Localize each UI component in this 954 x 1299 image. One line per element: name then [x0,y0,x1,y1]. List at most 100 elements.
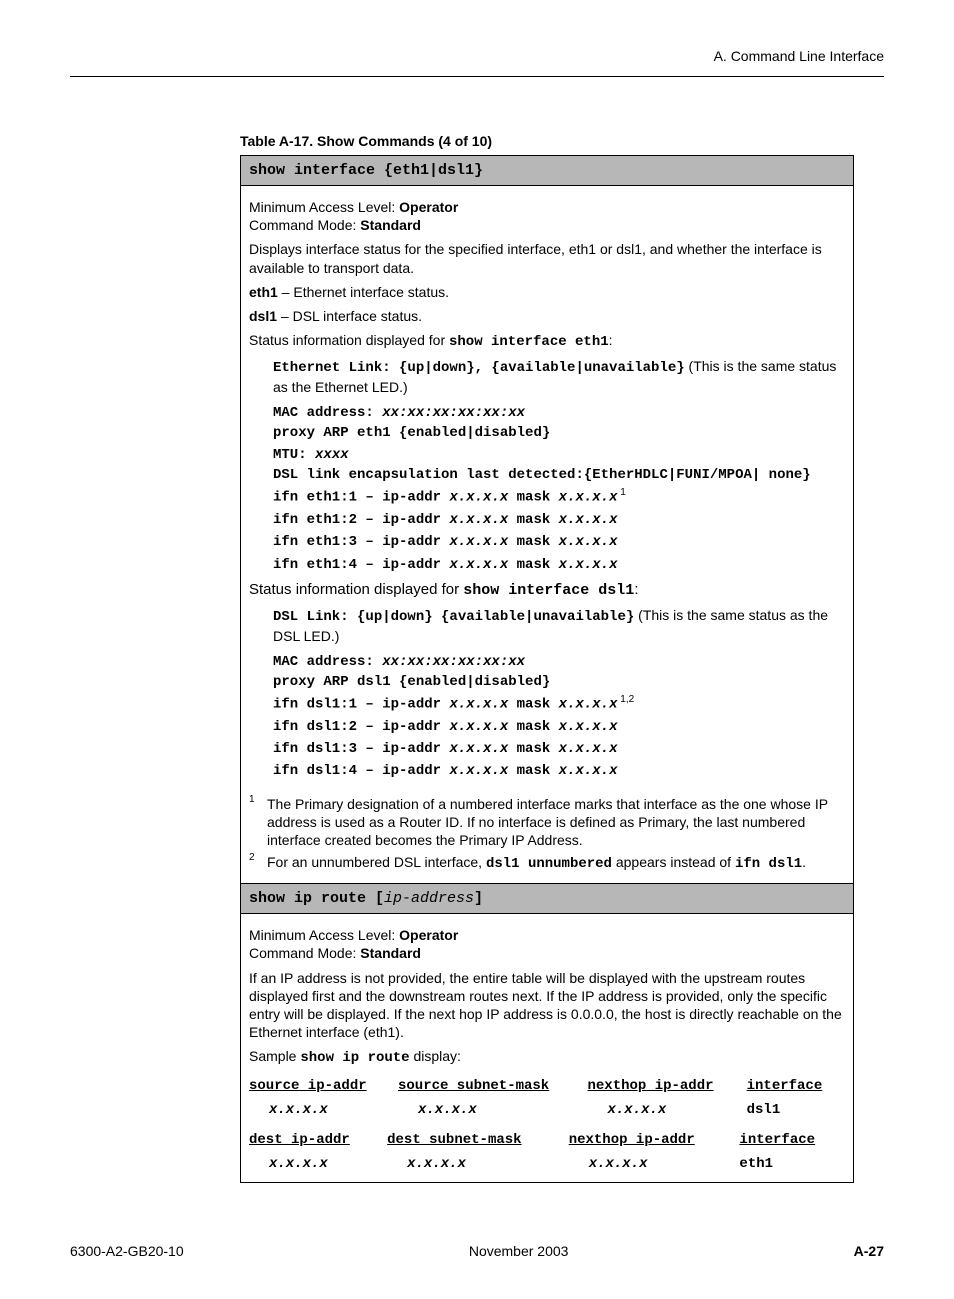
t: x.x.x.x [449,719,508,735]
t: x.x.x.x [559,763,618,779]
page-footer: 6300-A2-GB20-10 November 2003 A-27 [70,1243,884,1259]
t: x.x.x.x [449,490,508,506]
footnote-ref-1: 1 [617,487,625,498]
t: . [802,854,806,870]
t: x.x.x.x [398,1098,588,1122]
eth1-status-block: Ethernet Link: {up|down}, {available|una… [273,357,845,574]
col-dest-mask: dest subnet-mask [387,1128,569,1152]
col-source-ip: source ip-addr [249,1074,398,1098]
status-eth1-post: : [609,332,613,348]
col-interface: interface [747,1074,845,1098]
t: mask [508,697,558,713]
cmd-mode-label: Command Mode: [249,217,360,233]
t: x.x.x.x [559,512,618,528]
t: dsl1 [747,1098,845,1122]
cmd-mode-label: Command Mode: [249,945,360,961]
footnote-2-num: 2 [249,851,267,871]
table-caption: Table A-17. Show Commands (4 of 10) [240,133,854,149]
main-content: Table A-17. Show Commands (4 of 10) show… [240,133,854,1183]
t: ifn eth1:2 – ip-addr [273,512,449,528]
t: x.x.x.x [559,719,618,735]
t: mask [508,763,558,779]
t: dsl1 unnumbered [486,856,612,872]
min-access-value: Operator [399,927,458,943]
dsl1-desc: – DSL interface status. [277,308,422,324]
t: ] [474,890,483,907]
t: mask [508,557,558,573]
t: x.x.x.x [587,1098,746,1122]
t: x.x.x.x [249,1098,398,1122]
t: x.x.x.x [449,741,508,757]
eth1-label: eth1 [249,284,278,300]
t: appears instead of [612,854,735,870]
footnote-1-text: The Primary designation of a numbered in… [267,795,845,850]
footer-left: 6300-A2-GB20-10 [70,1243,184,1259]
t: x.x.x.x [449,557,508,573]
t: x.x.x.x [449,697,508,713]
route-table-upstream: source ip-addr source subnet-mask nextho… [249,1074,845,1122]
cmd2-title: show ip route [ip-address] [241,884,854,914]
t: x.x.x.x [569,1152,740,1176]
cmd1-desc: Displays interface status for the specif… [249,240,845,276]
footnote-1: 1 The Primary designation of a numbered … [249,795,845,850]
eth-mac-label: MAC address: [273,405,382,421]
t: display: [410,1048,461,1064]
min-access-label: Minimum Access Level: [249,199,399,215]
route-table-downstream: dest ip-addr dest subnet-mask nexthop ip… [249,1128,845,1176]
status-dsl1-cmd: show interface dsl1 [463,582,634,599]
t: mask [508,719,558,735]
t: ifn dsl1 [735,856,802,872]
col-dest-ip: dest ip-addr [249,1128,387,1152]
t: ifn dsl1:1 – ip-addr [273,697,449,713]
footer-page-number: A-27 [854,1243,884,1259]
t: x.x.x.x [559,490,618,506]
status-dsl1-post: : [634,581,638,598]
eth1-desc: – Ethernet interface status. [278,284,449,300]
col-source-mask: source subnet-mask [398,1074,588,1098]
t: For an unnumbered DSL interface, [267,854,486,870]
t: ip-address [384,890,474,907]
t: Sample [249,1048,300,1064]
t: x.x.x.x [249,1152,387,1176]
t: ifn dsl1:4 – ip-addr [273,763,449,779]
eth-encap: DSL link encapsulation last detected:{Et… [273,466,845,484]
t: eth1 [739,1152,845,1176]
t: x.x.x.x [449,512,508,528]
cmd2-body: Minimum Access Level: Operator Command M… [241,914,854,1182]
status-dsl1-pre: Status information displayed for [249,581,463,598]
dsl1-status-block: DSL Link: {up|down} {available|unavailab… [273,606,845,780]
t: mask [508,490,558,506]
t: x.x.x.x [559,534,618,550]
t: ifn eth1:3 – ip-addr [273,534,449,550]
dsl-link: DSL Link: {up|down} {available|unavailab… [273,609,634,625]
dsl-proxy: proxy ARP dsl1 {enabled|disabled} [273,673,845,691]
eth-mtu-label: MTU: [273,447,315,463]
col-nexthop: nexthop ip-addr [587,1074,746,1098]
min-access-value: Operator [399,199,458,215]
dsl1-label: dsl1 [249,308,277,324]
t: ifn eth1:1 – ip-addr [273,490,449,506]
footnote-ref-12: 1,2 [617,694,634,705]
cmd-mode-value: Standard [360,217,421,233]
cmd-mode-value: Standard [360,945,421,961]
t: mask [508,534,558,550]
t: mask [508,741,558,757]
eth-proxy: proxy ARP eth1 {enabled|disabled} [273,424,845,442]
eth-link: Ethernet Link: {up|down}, {available|una… [273,360,685,376]
page-header-section: A. Command Line Interface [70,48,884,68]
t: ifn eth1:4 – ip-addr [273,557,449,573]
t: ifn dsl1:2 – ip-addr [273,719,449,735]
commands-table: show interface {eth1|dsl1} Minimum Acces… [240,155,854,1183]
col-interface: interface [739,1128,845,1152]
t: show ip route [ [249,890,384,907]
eth-mac-val: xx:xx:xx:xx:xx:xx [382,405,525,421]
t: x.x.x.x [559,697,618,713]
col-nexthop: nexthop ip-addr [569,1128,740,1152]
t: ifn dsl1:3 – ip-addr [273,741,449,757]
t: x.x.x.x [559,557,618,573]
t: x.x.x.x [559,741,618,757]
t: x.x.x.x [449,763,508,779]
t: x.x.x.x [387,1152,569,1176]
status-eth1-cmd: show interface eth1 [449,334,609,350]
t: mask [508,512,558,528]
